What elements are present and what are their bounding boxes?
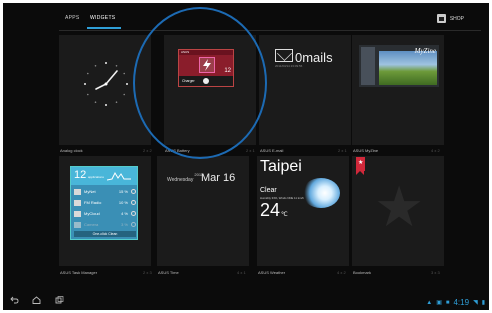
myzine-preview: MyZine [359, 45, 439, 87]
running-app-count: 12 [74, 169, 87, 181]
widget-label: ASUS Time [158, 270, 179, 275]
task-row: MyCloud 4 % [74, 209, 136, 218]
weather-city: Taipei [260, 158, 302, 175]
close-task-icon[interactable] [131, 222, 136, 227]
widget-size: 2 x 3 [143, 270, 152, 275]
analog-clock-icon [81, 59, 131, 109]
task-row: MyNet 15 % [74, 187, 136, 196]
task-manager-preview: 12 applications MyNet 15 % FM Radio 10 % [70, 166, 138, 240]
active-tab-indicator [87, 27, 121, 29]
close-task-icon[interactable] [131, 189, 136, 194]
battery-icon: ▮ [481, 300, 485, 306]
widget-label: ASUS E-mail [260, 148, 284, 153]
widget-tile-bookmark[interactable]: ★ ★ [352, 156, 444, 266]
task-name: MyCloud [84, 211, 100, 216]
tab-widgets[interactable]: WIDGETS [90, 15, 115, 21]
close-task-icon[interactable] [131, 211, 136, 216]
temperature-unit: ℃ [281, 212, 288, 218]
landscape-photo [379, 51, 437, 85]
task-name: FM Radio [84, 200, 102, 205]
usage-graph-icon [107, 171, 131, 181]
warning-icon: ▲ [426, 299, 433, 306]
clock-time: 4:19 [453, 298, 470, 307]
widget-tile-asus-email[interactable]: 0mails 2011/03/14 23:09:56 [259, 35, 351, 145]
widget-label: ASUS Weather [258, 270, 286, 275]
mail-count: 0mails [295, 50, 333, 65]
time-weekday: Wednesday [167, 177, 194, 183]
task-row: FM Radio 10 % [74, 198, 136, 207]
large-star-icon: ★ [374, 175, 425, 238]
weather-temperature: 24 [260, 200, 281, 220]
envelope-icon [275, 49, 293, 62]
widget-size: 4 x 2 [431, 148, 440, 153]
widget-size: 4 x 1 [237, 270, 246, 275]
task-usage: 10 % [118, 200, 128, 205]
status-area[interactable]: ▲ ▣ ■ 4:19 ◥ ▮ [426, 298, 485, 307]
widget-tile-asus-time[interactable]: 2011 Wednesday Mar 16 [157, 156, 249, 266]
mail-date: 2011/03/14 23:09:56 [275, 64, 303, 68]
task-row: Camera 3 % [74, 220, 136, 229]
task-usage: 15 % [118, 189, 128, 194]
one-click-clean-button[interactable]: One-click Clean [74, 231, 136, 237]
running-app-unit: applications [88, 175, 104, 179]
task-usage: 3 % [121, 222, 128, 227]
close-task-icon[interactable] [131, 200, 136, 205]
wifi-icon: ◥ [473, 300, 478, 306]
system-navigation-bar: ▲ ▣ ■ 4:19 ◥ ▮ [3, 290, 489, 310]
shop-button[interactable]: SHOP [436, 14, 464, 23]
widget-label: ASUS Task Manager [60, 270, 98, 275]
sun-icon [302, 178, 340, 208]
widget-size: 4 x 2 [337, 270, 346, 275]
back-icon[interactable] [10, 296, 19, 304]
task-name: Camera [84, 222, 99, 227]
home-icon[interactable] [32, 296, 41, 304]
task-usage: 4 % [121, 211, 128, 216]
app-icon [74, 210, 81, 217]
weather-condition: Clear [260, 187, 277, 194]
widget-size: 3 x 3 [431, 270, 440, 275]
divider [59, 30, 481, 31]
lock-icon: ■ [445, 299, 450, 306]
task-name: MyNet [84, 189, 96, 194]
widget-label: ASUS MyZine [353, 148, 379, 153]
widget-tile-asus-task-manager[interactable]: 12 applications MyNet 15 % FM Radio 10 % [59, 156, 151, 266]
shop-icon [436, 14, 446, 23]
tab-apps[interactable]: APPS [65, 15, 80, 21]
widget-size: 2 x 1 [246, 148, 255, 153]
widget-picker-screen: APPS WIDGETS SHOP Analog clock 2 x 2 ASU… [3, 3, 489, 310]
task-summary: 12 applications [71, 167, 137, 185]
app-icon [74, 199, 81, 206]
widget-tile-asus-weather[interactable]: Taipei Clear Humidity 33%, Winds NNE 11 … [257, 156, 349, 266]
annotation-circle [133, 7, 267, 159]
widget-tile-asus-myzine[interactable]: MyZine [352, 35, 444, 145]
gallery-icon: ▣ [436, 300, 442, 306]
myzine-sidebar [361, 47, 375, 85]
widget-label: Analog clock [60, 148, 83, 153]
app-icon [74, 221, 81, 228]
recent-apps-icon[interactable] [55, 296, 64, 304]
app-icon [74, 188, 81, 195]
widget-label: Bookmark [353, 270, 372, 275]
widget-size: 2 x 2 [143, 148, 152, 153]
widget-size: 2 x 1 [338, 148, 347, 153]
time-date: Mar 16 [201, 172, 236, 184]
myzine-logo: MyZine [414, 47, 436, 55]
shop-label: SHOP [449, 15, 464, 22]
star-icon: ★ [358, 160, 364, 166]
